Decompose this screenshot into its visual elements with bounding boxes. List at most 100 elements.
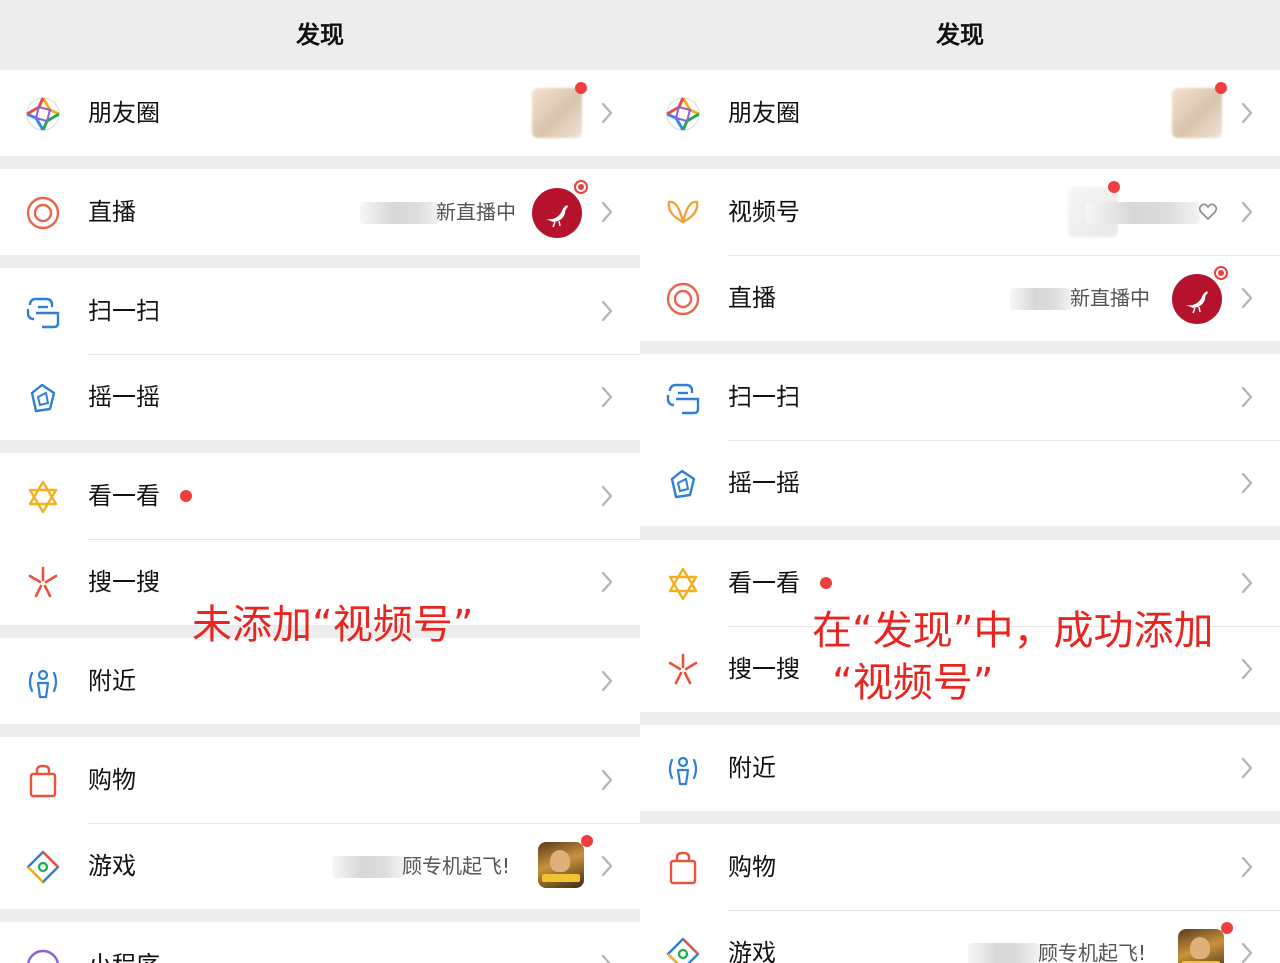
unread-dot xyxy=(581,835,593,847)
chevron-right-icon xyxy=(1241,472,1253,494)
butterfly-icon xyxy=(667,200,699,224)
live-avatar xyxy=(1172,274,1222,324)
annotation-not-added: 未添加“视频号” xyxy=(192,602,474,648)
shopping-bag-icon xyxy=(29,764,57,798)
row-label: 看一看 xyxy=(728,569,800,597)
heart-icon xyxy=(1198,203,1218,221)
row-label: 直播 xyxy=(88,198,136,226)
row-live[interactable]: 直播 新直播中 xyxy=(0,169,640,255)
chevron-right-icon xyxy=(1241,102,1253,124)
row-label: 朋友圈 xyxy=(88,99,160,127)
moments-thumbnail xyxy=(1172,88,1222,138)
row-label: 视频号 xyxy=(728,198,800,226)
row-label: 朋友圈 xyxy=(728,99,800,127)
row-moments[interactable]: 朋友圈 xyxy=(0,70,640,156)
unread-dot xyxy=(820,577,832,589)
scan-icon xyxy=(26,297,60,329)
live-status-text: 新直播中 xyxy=(436,200,516,224)
game-thumbnail xyxy=(1178,929,1224,963)
row-nearby[interactable]: 附近 xyxy=(0,638,640,724)
blurred-text xyxy=(968,943,1040,963)
blurred-text xyxy=(360,202,440,224)
row-scan[interactable]: 扫一扫 xyxy=(0,268,640,354)
chevron-right-icon xyxy=(601,954,611,963)
annotation-added-line2: “视频号” xyxy=(832,660,994,706)
row-label: 搜一搜 xyxy=(728,655,800,683)
divider xyxy=(88,539,640,540)
row-label: 搜一搜 xyxy=(88,568,160,596)
nearby-person-icon xyxy=(668,756,698,786)
divider xyxy=(728,910,1280,911)
chevron-right-icon xyxy=(1241,757,1253,779)
shake-icon xyxy=(30,383,56,413)
search-spark-icon xyxy=(668,653,698,685)
chevron-right-icon xyxy=(601,769,613,791)
row-shake[interactable]: 摇一摇 xyxy=(640,440,1280,526)
row-shake[interactable]: 摇一摇 xyxy=(0,354,640,440)
row-label: 直播 xyxy=(728,284,776,312)
live-target-icon xyxy=(26,196,60,230)
game-thumbnail xyxy=(538,842,584,888)
row-shopping[interactable]: 购物 xyxy=(0,737,640,823)
row-scan[interactable]: 扫一扫 xyxy=(640,354,1280,440)
row-shopping[interactable]: 购物 xyxy=(640,824,1280,910)
chevron-right-icon xyxy=(601,386,613,408)
star-of-david-icon xyxy=(668,567,698,601)
aperture-icon xyxy=(666,97,700,131)
row-mini-programs[interactable]: 小程序 xyxy=(0,922,640,963)
unread-dot xyxy=(1215,82,1227,94)
chevron-right-icon xyxy=(1241,201,1253,223)
chevron-right-icon xyxy=(601,571,613,593)
scan-icon xyxy=(666,383,700,415)
live-target-icon xyxy=(666,282,700,316)
row-label: 购物 xyxy=(88,766,136,794)
row-label: 扫一扫 xyxy=(88,297,160,325)
game-diamond-icon xyxy=(666,937,700,963)
unread-dot xyxy=(180,490,192,502)
bird-logo-icon xyxy=(1186,291,1208,314)
row-nearby[interactable]: 附近 xyxy=(640,725,1280,811)
row-label: 购物 xyxy=(728,853,776,881)
row-look[interactable]: 看一看 xyxy=(0,453,640,539)
moments-thumbnail xyxy=(532,88,582,138)
games-status-text: 顾专机起飞! xyxy=(1038,941,1147,963)
row-label: 附近 xyxy=(728,754,776,782)
page-title: 发现 xyxy=(296,21,344,49)
row-label: 看一看 xyxy=(88,482,160,510)
row-label: 游戏 xyxy=(728,939,776,963)
row-games[interactable]: 游戏 顾专机起飞! xyxy=(640,910,1280,963)
row-games[interactable]: 游戏 顾专机起飞! xyxy=(0,823,640,909)
chevron-right-icon xyxy=(601,201,613,223)
unread-dot xyxy=(575,82,587,94)
live-badge xyxy=(574,180,588,194)
divider xyxy=(88,823,640,824)
divider xyxy=(728,440,1280,441)
chevron-right-icon xyxy=(1241,572,1253,594)
search-spark-icon xyxy=(28,566,58,598)
aperture-icon xyxy=(26,97,60,131)
game-diamond-icon xyxy=(26,850,60,884)
annotation-added-line1: 在“发现”中，成功添加 xyxy=(812,608,1214,654)
live-badge xyxy=(1214,266,1228,280)
chevron-right-icon xyxy=(1241,658,1253,680)
divider xyxy=(88,354,640,355)
row-live[interactable]: 直播 新直播中 xyxy=(640,255,1280,341)
row-moments[interactable]: 朋友圈 xyxy=(640,70,1280,156)
shopping-bag-icon xyxy=(669,851,697,885)
row-label: 摇一摇 xyxy=(728,469,800,497)
chevron-right-icon xyxy=(1241,856,1253,878)
row-channels[interactable]: 视频号 xyxy=(640,169,1280,255)
live-status-text: 新直播中 xyxy=(1070,286,1150,310)
star-of-david-icon xyxy=(28,480,58,514)
mini-program-icon xyxy=(27,949,59,963)
bird-logo-icon xyxy=(546,205,568,228)
chevron-right-icon xyxy=(601,300,613,322)
divider xyxy=(728,255,1280,256)
chevron-right-icon xyxy=(601,670,613,692)
unread-dot xyxy=(1108,181,1120,193)
live-avatar xyxy=(532,188,582,238)
chevron-right-icon xyxy=(601,485,613,507)
shake-icon xyxy=(670,469,696,499)
discover-panel-after: 发现 朋友圈 视频号 直播 新直播中 扫一扫 摇一摇 看一看 搜一搜 附近 购物… xyxy=(640,0,1280,963)
blurred-text xyxy=(332,856,404,878)
